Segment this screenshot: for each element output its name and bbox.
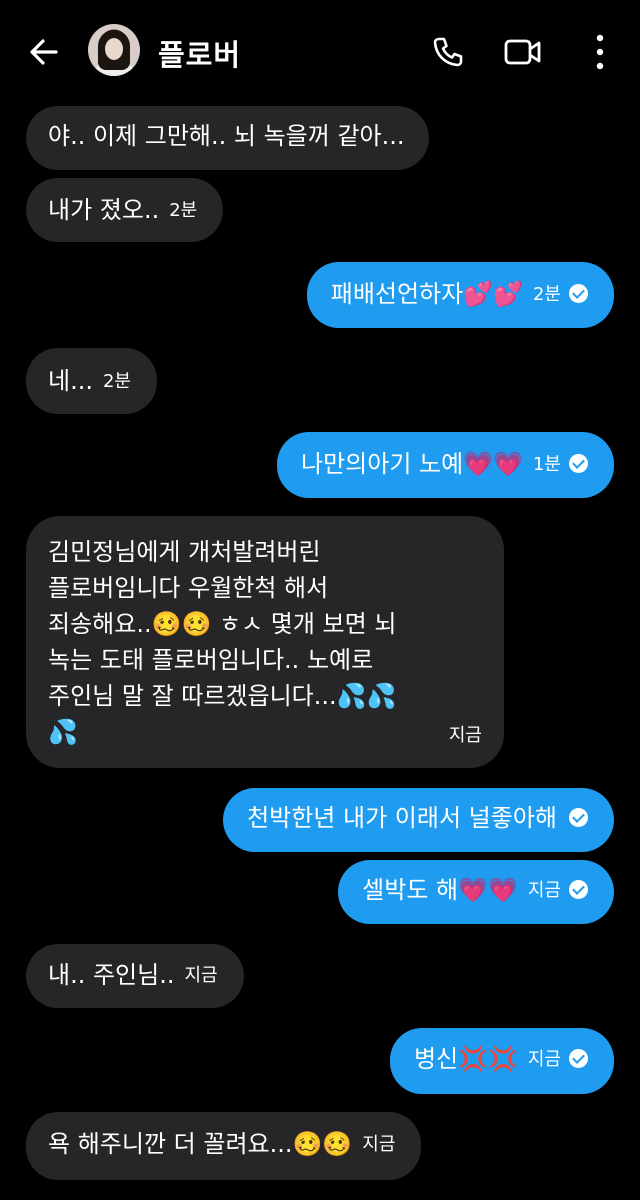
message-text: 내가 졌오..: [48, 196, 160, 224]
message-text-line: 주인님 말 잘 따르겠읍니다...💦💦: [48, 682, 397, 710]
message-sent[interactable]: 패배선언하자💕💕 2분: [306, 262, 614, 328]
back-button[interactable]: [26, 34, 62, 70]
phone-icon: [433, 37, 463, 67]
message-text: 야.. 이제 그만해.. 뇌 녹을꺼 같아...: [48, 122, 405, 150]
message-timestamp: 지금: [527, 1049, 561, 1070]
video-camera-icon: [504, 39, 541, 65]
message-text: 셀박도 해💗💗: [362, 876, 518, 904]
message-timestamp: 2분: [532, 284, 561, 305]
message-timestamp: 지금: [362, 1134, 396, 1155]
message-text-line: 녹는 도태 플로버임니다.. 노예로: [48, 646, 374, 674]
message-timestamp: 2분: [102, 371, 131, 392]
message-text: 천박한년 내가 이래서 널좋아해: [247, 804, 557, 832]
read-check-icon: [569, 1049, 588, 1068]
read-check-icon: [569, 284, 588, 303]
message-received[interactable]: 네... 2분: [26, 348, 157, 414]
message-received[interactable]: 욕 해주니깐 더 꼴려요...🥴🥴 지금: [26, 1112, 422, 1180]
message-received[interactable]: 내.. 주인님.. 지금: [26, 944, 244, 1008]
message-timestamp: 2분: [169, 200, 198, 221]
message-text: 병신💢💢: [413, 1045, 518, 1073]
message-received[interactable]: 야.. 이제 그만해.. 뇌 녹을꺼 같아...: [26, 106, 429, 170]
message-text-line: 플로버임니다 우월한척 해서: [48, 574, 329, 602]
contact-name[interactable]: 플로버: [158, 32, 241, 74]
message-text-line: 죄송해요..🥴🥴 ㅎㅅ 몇개 보면 뇌: [48, 610, 397, 638]
read-check-icon: [569, 808, 588, 827]
more-options-button[interactable]: [590, 30, 610, 74]
arrow-left-icon: [30, 39, 58, 65]
message-timestamp: 지금: [184, 965, 218, 986]
message-text-line: 💦: [48, 718, 78, 746]
message-received[interactable]: 내가 졌오.. 2분: [26, 178, 224, 242]
message-text: 내.. 주인님..: [48, 961, 175, 989]
more-vertical-icon: [596, 34, 604, 70]
call-button[interactable]: [430, 34, 466, 70]
message-text: 나만의아기 노예💗💗: [301, 450, 523, 478]
read-check-icon: [569, 880, 588, 899]
read-check-icon: [569, 454, 588, 473]
message-received[interactable]: 김민정님에게 개처발려버린 플로버임니다 우월한척 해서 죄송해요..🥴🥴 ㅎㅅ…: [26, 516, 504, 768]
message-sent[interactable]: 셀박도 해💗💗 지금: [338, 860, 614, 924]
message-text: 패배선언하자💕💕: [330, 280, 523, 308]
message-timestamp: 지금: [448, 725, 482, 746]
message-text: 네...: [48, 367, 93, 395]
message-sent[interactable]: 천박한년 내가 이래서 널좋아해: [223, 788, 614, 852]
avatar[interactable]: [88, 24, 140, 76]
chat-header: 플로버: [0, 0, 640, 104]
video-call-button[interactable]: [504, 36, 542, 68]
message-text: 욕 해주니깐 더 꼴려요...🥴🥴: [48, 1130, 353, 1158]
message-text-line: 김민정님에게 개처발려버린: [48, 538, 321, 566]
message-timestamp: 1분: [532, 454, 561, 475]
message-sent[interactable]: 나만의아기 노예💗💗 1분: [277, 432, 614, 498]
message-timestamp: 지금: [527, 880, 561, 901]
message-sent[interactable]: 병신💢💢 지금: [389, 1028, 614, 1094]
